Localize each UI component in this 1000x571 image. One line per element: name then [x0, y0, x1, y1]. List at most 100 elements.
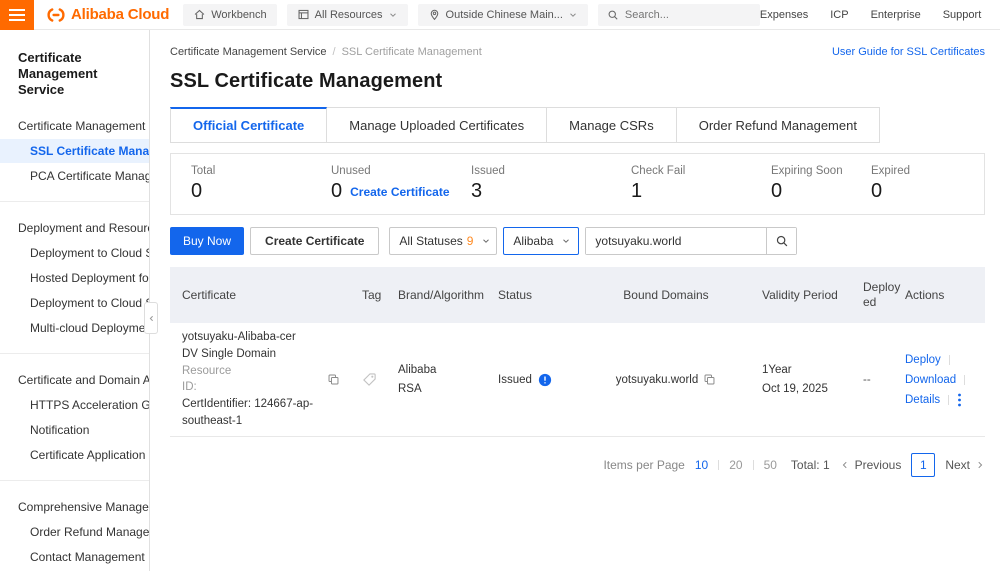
tab-manage-csrs[interactable]: Manage CSRs [547, 107, 677, 143]
region-pin-icon [428, 8, 441, 21]
sidebar-item-notification[interactable]: Notification [0, 418, 149, 442]
copy-icon[interactable] [327, 373, 340, 386]
sidebar-item-deployment-to-cloud-2[interactable]: Deployment to Cloud Ser [0, 291, 149, 315]
stats-card: Total 0 Unused 0 Create Certificate Issu… [170, 153, 985, 215]
search-submit-button[interactable] [766, 228, 797, 254]
region-selector[interactable]: Outside Chinese Main... [417, 3, 588, 26]
tab-bar: Official Certificate Manage Uploaded Cer… [170, 107, 985, 143]
all-resources-dropdown[interactable]: All Resources [286, 3, 408, 26]
stat-total: Total 0 [191, 165, 331, 203]
search-icon [607, 9, 619, 21]
status-cell: Issued [488, 373, 576, 387]
sidebar-group-comprehensive[interactable]: Comprehensive Managemen [0, 495, 149, 519]
tab-manage-uploaded-certificates[interactable]: Manage Uploaded Certificates [327, 107, 548, 143]
tag-icon[interactable] [362, 372, 388, 387]
brand-filter-select[interactable]: Alibaba [503, 227, 580, 255]
chevron-down-icon [568, 10, 578, 20]
header-bound-domains: Bound Domains [623, 287, 709, 302]
workbench-button[interactable]: Workbench [183, 3, 277, 26]
sidebar-item-deployment-to-cloud-1[interactable]: Deployment to Cloud Ser [0, 241, 149, 265]
header-tag: Tag [362, 287, 382, 302]
sidebar: Certificate Management Service Certifica… [0, 30, 150, 571]
previous-page-button[interactable]: Previous [840, 458, 902, 472]
sidebar-item-contact-management[interactable]: Contact Management [0, 545, 149, 569]
sidebar-item-order-refund[interactable]: Order Refund Managemen [0, 520, 149, 544]
workbench-label: Workbench [211, 8, 267, 21]
validity-term: 1Year [762, 363, 792, 376]
stat-expiring-soon: Expiring Soon 0 [771, 165, 871, 203]
main-content: Certificate Management Service / SSL Cer… [150, 30, 1000, 571]
page-size-20[interactable]: 20 [729, 458, 742, 472]
certificate-type: DV Single Domain [182, 348, 276, 360]
icp-link[interactable]: ICP [830, 9, 848, 21]
current-page-button[interactable]: 1 [911, 453, 936, 477]
deploy-action-link[interactable]: Deploy [905, 350, 941, 370]
total-count: Total: 1 [790, 458, 830, 472]
tab-official-certificate[interactable]: Official Certificate [170, 107, 328, 143]
page-size-50[interactable]: 50 [764, 458, 777, 472]
pagination: Items per Page 10 20 50 Total: 1 Previou… [170, 453, 985, 477]
menu-icon[interactable] [0, 0, 34, 30]
sidebar-title: Certificate Management Service [18, 50, 98, 97]
create-certificate-button[interactable]: Create Certificate [250, 227, 380, 255]
certificate-search-input[interactable] [586, 228, 767, 254]
stat-issued: Issued 3 [471, 165, 631, 203]
create-certificate-link[interactable]: Create Certificate [350, 185, 449, 199]
enterprise-link[interactable]: Enterprise [871, 9, 921, 21]
buy-now-button[interactable]: Buy Now [170, 227, 245, 255]
status-filter-select[interactable]: All Statuses 9 [389, 227, 498, 255]
sidebar-item-ssl-certificate-management[interactable]: SSL Certificate Manager [0, 139, 149, 163]
brand-algorithm-cell: Alibaba RSA [388, 361, 488, 399]
expenses-link[interactable]: Expenses [760, 9, 808, 21]
page-size-10[interactable]: 10 [695, 458, 708, 472]
download-action-link[interactable]: Download [905, 370, 956, 390]
stat-label: Issued [471, 165, 505, 177]
header-validity-period: Validity Period [762, 287, 838, 302]
sidebar-item-pca-certificate-management[interactable]: PCA Certificate Managem [0, 164, 149, 188]
topbar-search[interactable] [597, 3, 760, 26]
logo-text: Alibaba Cloud [71, 6, 170, 23]
group-header-label: Certificate Management [18, 119, 146, 133]
alibaba-logo-icon [46, 7, 66, 23]
brand-filter-label: Alibaba [513, 234, 554, 248]
group-header-label: Comprehensive Managemen [18, 500, 149, 514]
details-action-link[interactable]: Details [905, 390, 940, 410]
previous-label: Previous [854, 458, 902, 472]
header-brand-algorithm: Brand/Algorithm [398, 287, 485, 302]
all-resources-label: All Resources [314, 8, 383, 21]
next-page-button[interactable]: Next [945, 458, 985, 472]
table-header: Certificate Tag Brand/Algorithm Status B… [170, 267, 985, 323]
stat-value: 0 [331, 180, 343, 202]
support-link[interactable]: Support [943, 9, 982, 21]
sidebar-collapse-handle[interactable] [144, 302, 158, 334]
topbar-search-input[interactable] [624, 8, 735, 21]
sidebar-group-certificate-domain[interactable]: Certificate and Domain Appl [0, 368, 149, 392]
divider [0, 353, 149, 354]
certificate-search [585, 227, 798, 255]
chevron-right-icon [975, 460, 985, 470]
chevron-down-icon [388, 10, 398, 20]
alibaba-cloud-logo[interactable]: Alibaba Cloud [46, 6, 169, 23]
sidebar-group-certificate-management[interactable]: Certificate Management [0, 114, 149, 138]
home-icon [193, 8, 206, 21]
sidebar-item-certificate-application[interactable]: Certificate Application Re [0, 443, 149, 467]
copy-icon[interactable] [703, 373, 716, 386]
divider [948, 394, 950, 405]
sidebar-item-hosted-deployment[interactable]: Hosted Deployment for C [0, 266, 149, 290]
region-label: Outside Chinese Main... [445, 8, 563, 21]
tab-order-refund-management[interactable]: Order Refund Management [676, 107, 880, 143]
header-actions: Actions [905, 287, 945, 302]
sidebar-group-deployment[interactable]: Deployment and Resource M [0, 216, 149, 240]
sidebar-item-multicloud-deployment[interactable]: Multi-cloud Deployment [0, 316, 149, 340]
topbar: Alibaba Cloud Workbench All Resources Ou… [0, 0, 1000, 30]
breadcrumb-parent[interactable]: Certificate Management Service [170, 46, 327, 58]
divider [948, 354, 950, 365]
resources-icon [297, 8, 310, 21]
user-guide-link[interactable]: User Guide for SSL Certificates [832, 46, 985, 58]
deployed-value: -- [863, 373, 871, 386]
info-icon[interactable] [538, 373, 552, 387]
more-actions-kebab-icon[interactable] [957, 393, 962, 407]
stat-label: Unused [331, 165, 371, 177]
group-header-label: Certificate and Domain Appl [18, 373, 149, 387]
sidebar-item-https-acceleration[interactable]: HTTPS Acceleration Gate [0, 393, 149, 417]
